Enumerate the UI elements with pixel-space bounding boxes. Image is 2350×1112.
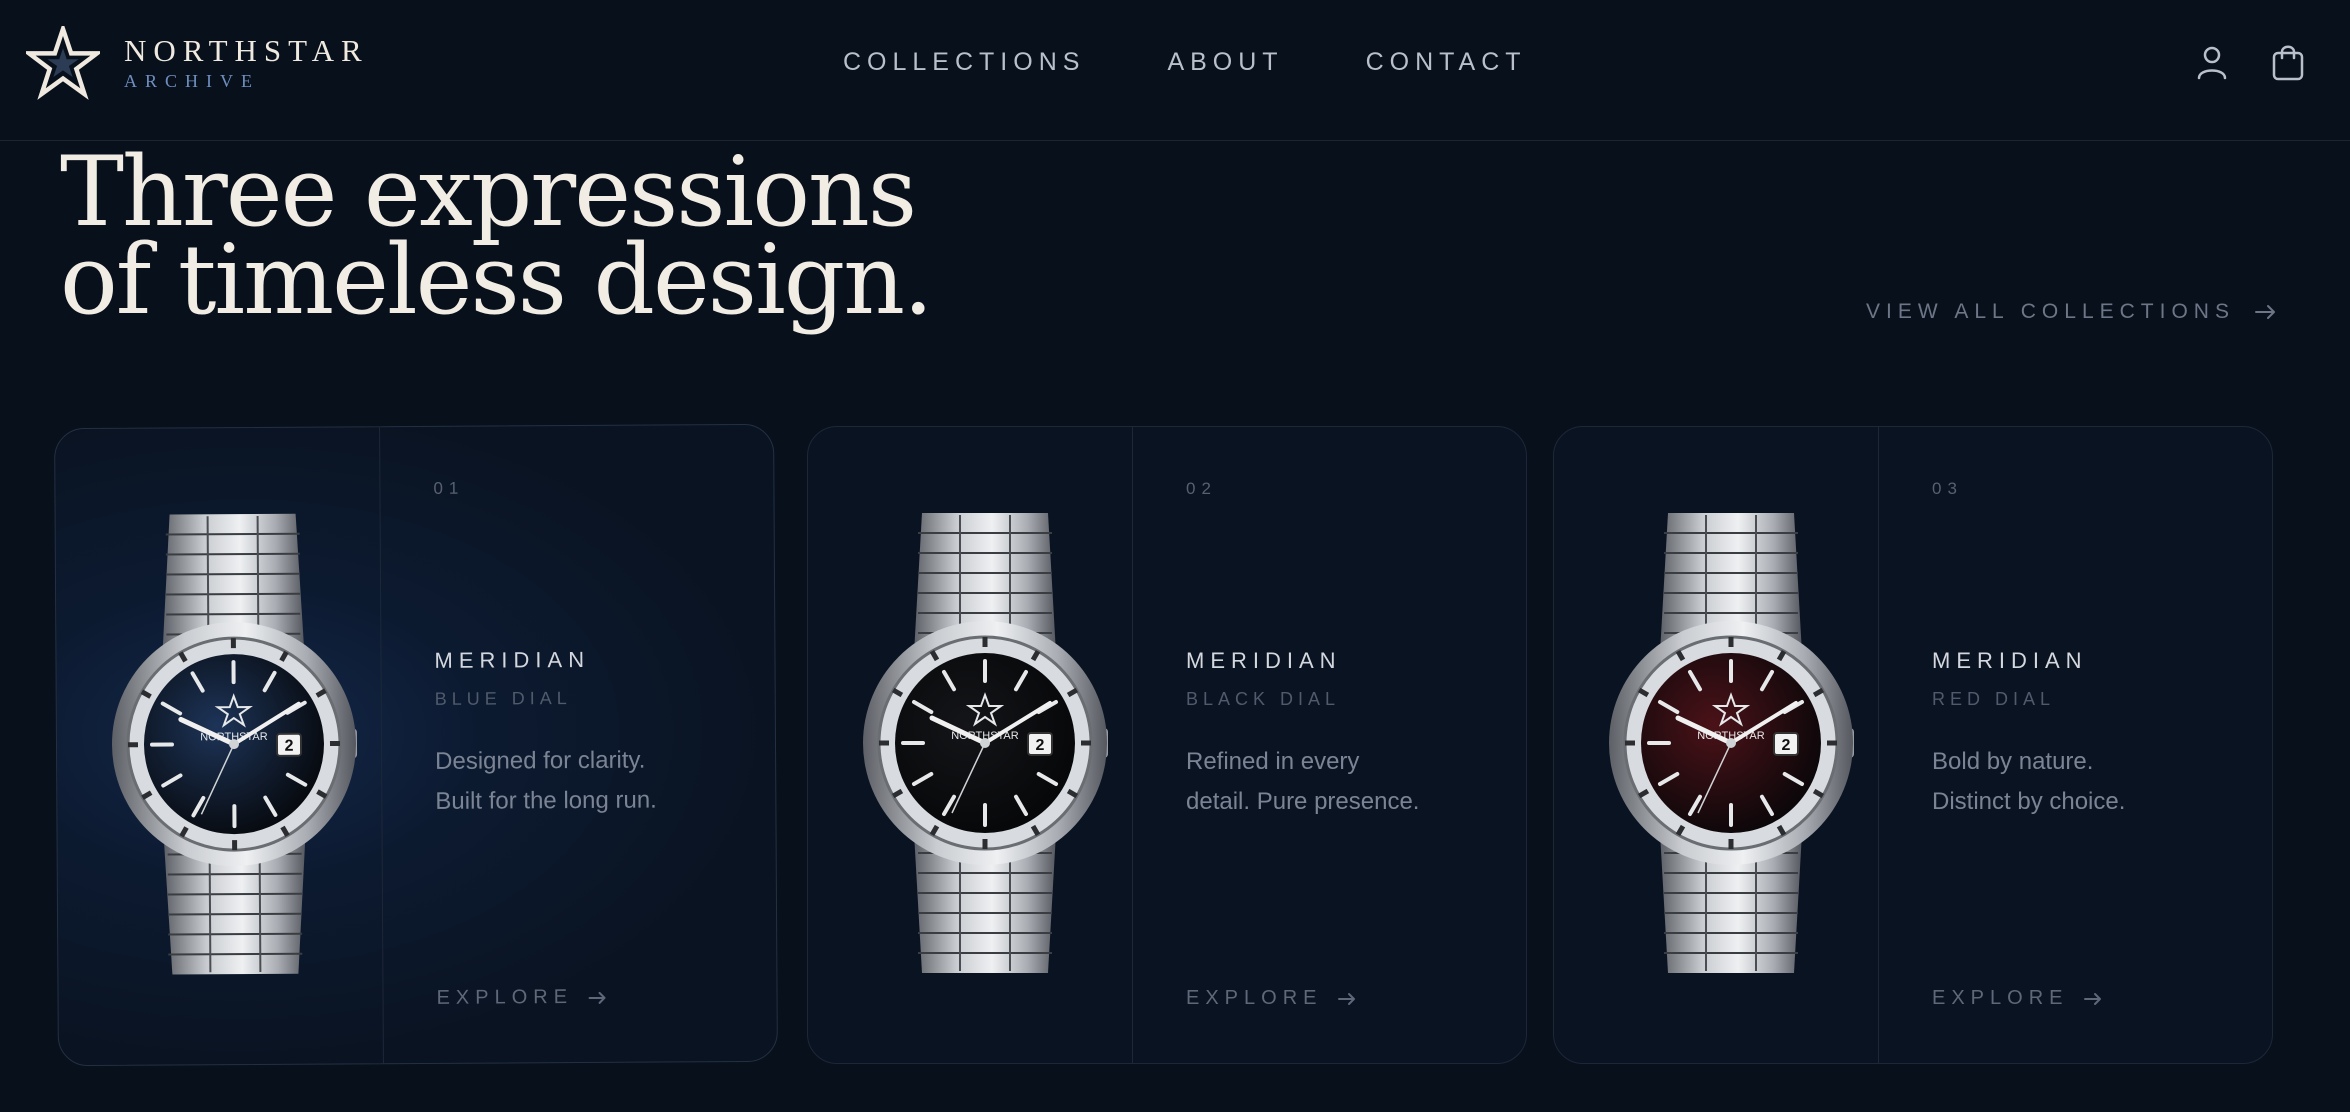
card-divider (1878, 427, 1879, 1063)
card-description-line-1: Designed for clarity. (435, 746, 646, 775)
explore-label: EXPLORE (436, 986, 574, 1009)
card-model-name: MERIDIAN (1932, 648, 2088, 673)
view-all-label: VIEW ALL COLLECTIONS (1866, 300, 2235, 323)
explore-button[interactable]: EXPLORE (1186, 987, 1356, 1010)
card-description-line-1: Refined in every (1186, 748, 1360, 775)
star-logo-icon (26, 26, 100, 100)
card-description-line-2: Distinct by choice. (1932, 788, 2126, 815)
watch-date: 2 (1036, 737, 1045, 754)
product-card-black[interactable]: NORTHSTAR 2 02 MERIDIAN BLACK DIAL Refine… (807, 426, 1527, 1064)
arrow-right-icon (2084, 992, 2102, 1005)
arrow-right-icon (1338, 992, 1356, 1005)
watch-image-blue: NORTHSTAR2 (111, 513, 358, 975)
brand-subtitle: ARCHIVE (124, 71, 260, 91)
card-model-name: MERIDIAN (434, 646, 591, 673)
card-model-name: MERIDIAN (1186, 648, 1342, 673)
watch-date: 2 (285, 738, 294, 755)
card-description: Designed for clarity. Built for the long… (435, 740, 755, 822)
nav-item-about[interactable]: ABOUT (1167, 48, 1283, 77)
card-description-line-1: Bold by nature. (1932, 748, 2094, 775)
card-description-line-2: Built for the long run. (435, 786, 657, 815)
watch-date: 2 (1782, 737, 1791, 754)
page-title-line-2: of timeless design. (60, 224, 934, 336)
arrow-right-icon (589, 991, 607, 1004)
explore-label: EXPLORE (1932, 987, 2069, 1009)
page-title: Three expressions of timeless design. (60, 136, 934, 336)
explore-button[interactable]: EXPLORE (436, 986, 607, 1010)
card-description-line-2: detail. Pure presence. (1186, 788, 1420, 815)
nav-item-contact[interactable]: CONTACT (1366, 48, 1527, 77)
card-description: Bold by nature. Distinct by choice. (1932, 742, 2252, 822)
brand-title: NORTHSTAR (124, 33, 369, 68)
card-number: 03 (1932, 479, 1963, 498)
product-card-red[interactable]: NORTHSTAR 2 03 MERIDIAN RED DIAL Bold by … (1553, 426, 2273, 1064)
card-variant: RED DIAL (1932, 689, 2056, 709)
card-variant: BLUE DIAL (434, 688, 572, 709)
nav-item-collections[interactable]: COLLECTIONS (843, 48, 1085, 77)
card-divider (1132, 427, 1133, 1063)
product-card-blue[interactable]: NORTHSTAR 2 01 MERIDIAN BLUE DIAL Designe… (54, 423, 778, 1067)
card-description: Refined in every detail. Pure presence. (1186, 742, 1506, 822)
arrow-right-icon (2254, 305, 2275, 319)
card-number: 01 (433, 478, 465, 498)
card-variant: BLACK DIAL (1186, 689, 1341, 709)
view-all-collections-link[interactable]: VIEW ALL COLLECTIONS (1866, 300, 2277, 324)
card-number: 02 (1186, 479, 1217, 498)
watch-image-red: NORTHSTAR2 (1609, 513, 1854, 973)
explore-button[interactable]: EXPLORE (1932, 987, 2102, 1010)
main-nav: COLLECTIONS ABOUT CONTACT (843, 48, 1609, 77)
user-icon[interactable] (2192, 42, 2232, 82)
watch-image-black: NORTHSTAR2 (863, 513, 1108, 973)
card-divider (379, 427, 384, 1064)
page-title-line-1: Three expressions (60, 136, 917, 248)
shopping-bag-icon[interactable] (2268, 42, 2308, 82)
site-header: NORTHSTAR ARCHIVE COLLECTIONS ABOUT CONT… (0, 0, 2350, 141)
brand-logo[interactable]: NORTHSTAR ARCHIVE (26, 26, 369, 100)
explore-label: EXPLORE (1186, 987, 1323, 1009)
